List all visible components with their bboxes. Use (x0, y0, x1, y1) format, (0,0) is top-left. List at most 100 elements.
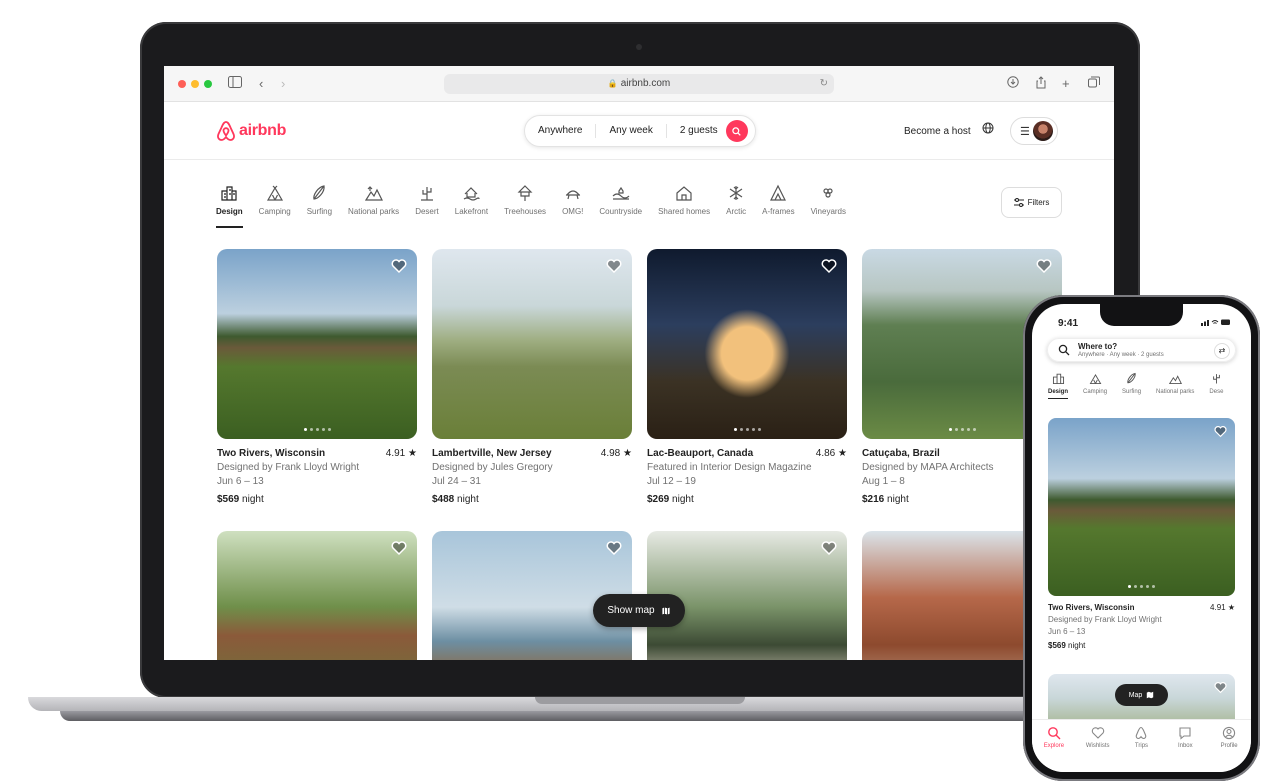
search-when[interactable]: Any week (596, 124, 667, 138)
price-unit: night (887, 494, 909, 505)
search-icon (1058, 344, 1070, 356)
tab-explore[interactable]: Explore (1036, 726, 1072, 772)
category-desert[interactable]: Dese (1209, 372, 1223, 400)
category-treehouses[interactable]: Treehouses (504, 184, 546, 230)
category-lakefront[interactable]: Lakefront (455, 184, 488, 230)
become-host-link[interactable]: Become a host (904, 126, 971, 137)
category-surfing[interactable]: Surfing (307, 184, 332, 230)
map-button[interactable]: Map (1115, 684, 1168, 706)
sidebar-toggle-icon[interactable] (228, 76, 242, 92)
price-value: $269 (647, 494, 670, 505)
category-a-frames[interactable]: A-frames (762, 184, 795, 230)
listing-location: Catuçaba, Brazil (862, 448, 940, 459)
profile-icon (1222, 726, 1236, 740)
airbnb-logo-icon (217, 121, 235, 141)
desert-icon (420, 187, 433, 201)
price-unit: night (1068, 641, 1086, 650)
national-parks-icon (364, 186, 383, 201)
phone-search-bar[interactable]: Where to? Anywhere · Any week · 2 guests… (1047, 338, 1236, 362)
heart-icon[interactable] (606, 540, 622, 556)
show-map-label: Show map (607, 605, 655, 616)
back-icon[interactable]: ‹ (259, 76, 263, 92)
close-window-button[interactable] (178, 80, 186, 88)
listing-location: Two Rivers, Wisconsin (1048, 603, 1135, 612)
listing-photo[interactable] (432, 249, 632, 439)
show-map-button[interactable]: Show map (593, 594, 685, 627)
airbnb-logo[interactable]: airbnb (216, 120, 286, 142)
address-bar[interactable]: 🔒 airbnb.com ↻ (444, 74, 834, 94)
tab-wishlists[interactable]: Wishlists (1080, 726, 1116, 772)
category-arctic[interactable]: Arctic (726, 184, 746, 230)
inbox-icon (1179, 727, 1191, 740)
forward-icon[interactable]: › (281, 76, 285, 92)
tab-inbox[interactable]: Inbox (1167, 726, 1203, 772)
explore-icon (1047, 727, 1061, 740)
listing-card[interactable]: Lambertville, New Jersey 4.98 ★ Designed… (432, 249, 632, 509)
download-icon[interactable] (1007, 76, 1019, 92)
heart-icon[interactable] (821, 258, 837, 274)
heart-icon[interactable] (1214, 425, 1227, 438)
listing-card[interactable]: Lac-Beauport, Canada 4.86 ★ Featured in … (647, 249, 847, 509)
surfing-icon (1127, 372, 1136, 384)
category-camping[interactable]: Camping (1083, 372, 1107, 400)
category-national-parks[interactable]: National parks (1156, 372, 1194, 400)
category-label: A-frames (762, 207, 795, 216)
category-label: Treehouses (504, 207, 547, 216)
category-surfing[interactable]: Surfing (1122, 372, 1141, 400)
filters-button[interactable]: Filters (1001, 187, 1062, 218)
category-shared-homes[interactable]: Shared homes (658, 184, 710, 230)
listing-price: $216 night (862, 494, 909, 505)
filters-icon (1013, 198, 1024, 207)
globe-icon[interactable] (982, 122, 994, 137)
category-national-parks[interactable]: National parks (348, 184, 399, 230)
listing-photo[interactable] (217, 249, 417, 439)
listing-card[interactable] (217, 531, 417, 660)
listing-dates: Jun 6 – 13 (217, 476, 264, 487)
tab-overview-icon[interactable] (1088, 76, 1100, 92)
category-vineyards[interactable]: Vineyards (811, 184, 846, 230)
search-who[interactable]: 2 guests (667, 124, 726, 138)
reload-icon[interactable]: ↻ (820, 74, 828, 94)
minimize-window-button[interactable] (191, 80, 199, 88)
heart-icon[interactable] (391, 258, 407, 274)
filters-icon[interactable]: ⇄ (1214, 343, 1230, 359)
tab-profile[interactable]: Profile (1211, 726, 1247, 772)
listing-photo[interactable] (217, 531, 417, 660)
heart-icon[interactable] (1214, 681, 1227, 694)
tab-label: Inbox (1177, 743, 1193, 749)
maximize-window-button[interactable] (204, 80, 212, 88)
phone-category-bar: Design Camping Surfing National parks De… (1048, 372, 1238, 400)
user-menu-button[interactable]: ☰ (1010, 117, 1058, 145)
heart-icon[interactable] (606, 258, 622, 274)
search-button[interactable] (725, 120, 748, 142)
category-camping[interactable]: Camping (259, 184, 291, 230)
category-countryside[interactable]: Countryside (599, 184, 642, 230)
category-desert[interactable]: Desert (415, 184, 439, 230)
photo-pager[interactable] (647, 428, 847, 431)
category-omg[interactable]: OMG! (562, 184, 583, 230)
heart-icon[interactable] (1036, 258, 1052, 274)
new-tab-icon[interactable]: + (1062, 76, 1070, 92)
heart-icon[interactable] (821, 540, 837, 556)
wishlists-icon (1091, 727, 1104, 739)
listing-card[interactable]: Two Rivers, Wisconsin 4.91 ★ Designed by… (217, 249, 417, 509)
vineyards-icon (823, 188, 833, 198)
tab-trips[interactable]: Trips (1123, 726, 1159, 772)
price-unit: night (672, 494, 694, 505)
category-design[interactable]: Design (1048, 372, 1069, 399)
search-where[interactable]: Anywhere (525, 124, 597, 138)
listing-photo[interactable] (647, 249, 847, 439)
photo-pager[interactable] (217, 428, 417, 431)
listing-photo[interactable] (1048, 418, 1235, 596)
heart-icon[interactable] (391, 540, 407, 556)
price-value: $569 (1048, 641, 1066, 650)
star-icon: ★ (623, 448, 632, 459)
rating-value: 4.91 (1210, 603, 1226, 612)
search-bar[interactable]: Anywhere Any week 2 guests (524, 115, 756, 147)
category-label: Camping (258, 207, 291, 216)
photo-pager[interactable] (1048, 585, 1235, 588)
listing-dates: Aug 1 – 8 (862, 476, 905, 487)
price-unit: night (457, 494, 479, 505)
share-icon[interactable] (1035, 76, 1047, 93)
category-design[interactable]: Design (216, 184, 243, 228)
